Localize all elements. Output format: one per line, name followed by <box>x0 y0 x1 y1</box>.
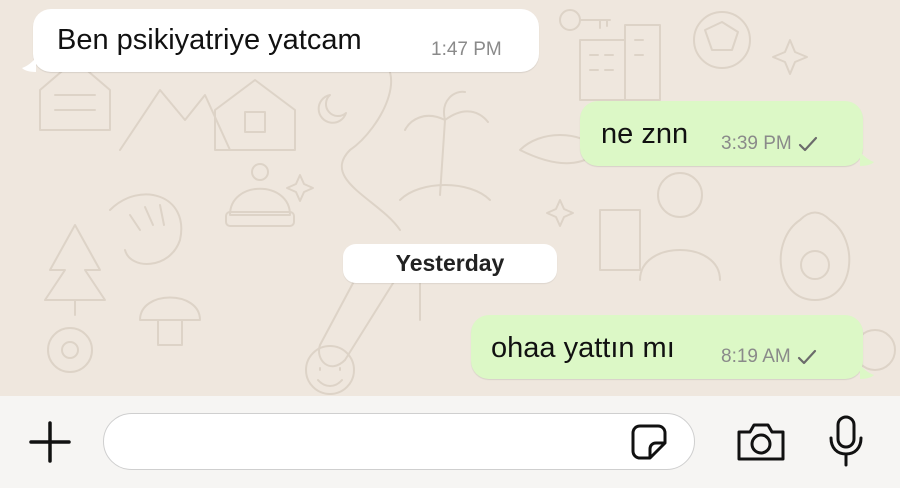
timestamp-text: 3:39 PM <box>721 133 792 154</box>
message-text: ohaa yattın mı <box>491 332 675 364</box>
sticker-icon[interactable] <box>629 422 669 462</box>
sent-check-icon <box>797 349 817 365</box>
outgoing-message-bubble[interactable]: ohaa yattın mı 8:19 AM <box>471 315 863 379</box>
chat-area[interactable]: Ben psikiyatriye yatcam 1:47 PM ne znn 3… <box>0 0 900 396</box>
plus-icon[interactable] <box>26 418 74 466</box>
outgoing-message-bubble[interactable]: ne znn 3:39 PM <box>580 101 863 166</box>
message-text: ne znn <box>601 118 689 150</box>
message-input-field[interactable] <box>103 413 695 470</box>
bubble-tail <box>22 58 36 72</box>
microphone-icon[interactable] <box>824 413 868 469</box>
message-timestamp: 1:47 PM <box>431 39 502 61</box>
timestamp-text: 8:19 AM <box>721 346 791 367</box>
sent-check-icon <box>798 136 818 152</box>
camera-icon[interactable] <box>734 419 788 465</box>
message-timestamp: 3:39 PM <box>721 133 818 155</box>
timestamp-text: 1:47 PM <box>431 39 502 60</box>
bubble-tail <box>860 152 874 166</box>
message-text: Ben psikiyatriye yatcam <box>57 24 362 56</box>
bubble-tail <box>860 365 874 379</box>
date-separator: Yesterday <box>343 244 557 283</box>
incoming-message-bubble[interactable]: Ben psikiyatriye yatcam 1:47 PM <box>33 9 539 72</box>
message-input[interactable] <box>126 414 630 470</box>
message-timestamp: 8:19 AM <box>721 346 817 368</box>
